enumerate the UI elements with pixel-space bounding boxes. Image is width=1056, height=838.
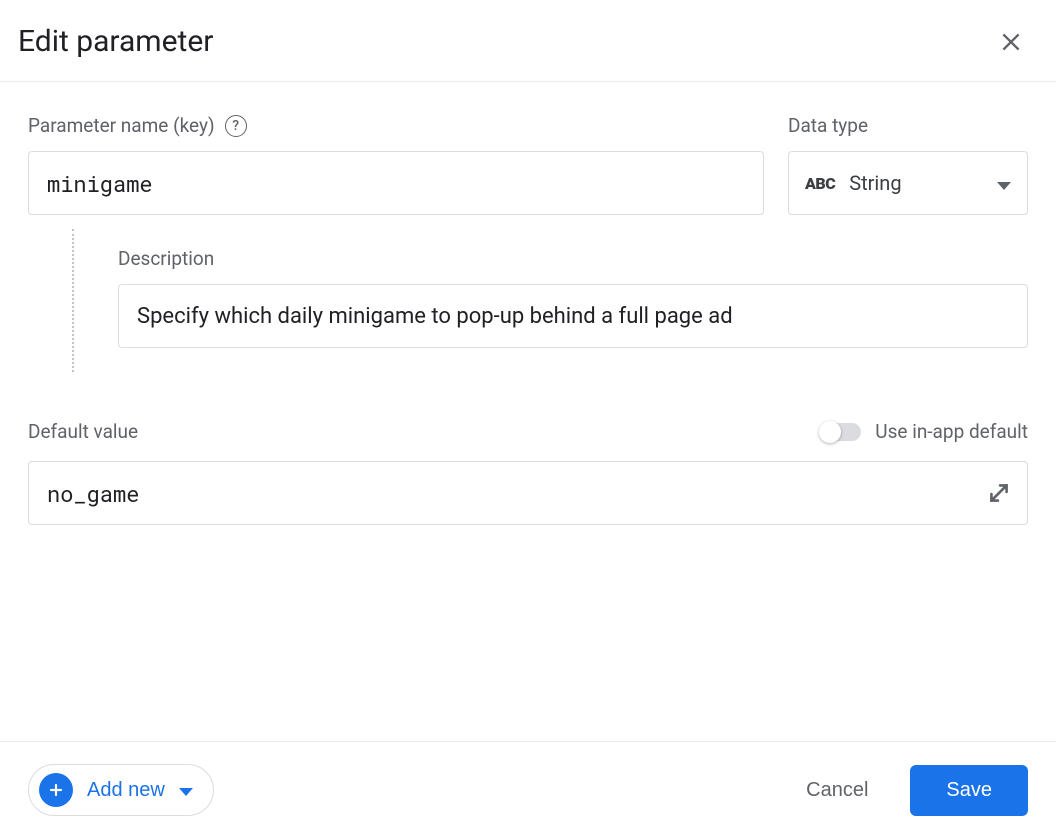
close-button[interactable]	[994, 25, 1028, 59]
default-value-label: Default value	[28, 420, 138, 443]
parameter-name-input[interactable]	[28, 151, 764, 215]
description-content: Description	[118, 229, 1028, 348]
toggle-knob	[819, 421, 841, 443]
dialog-body: Parameter name (key) ? Data type ABC Str…	[0, 82, 1056, 741]
data-type-label: Data type	[788, 114, 1028, 137]
data-type-select[interactable]: ABC String	[788, 151, 1028, 215]
dialog-header: Edit parameter	[0, 0, 1056, 82]
close-icon	[998, 29, 1024, 55]
dialog-footer: Add new Cancel Save	[0, 741, 1056, 838]
chevron-down-icon	[997, 171, 1011, 195]
default-value-section: Default value Use in-app default	[28, 420, 1028, 525]
footer-right: Cancel Save	[792, 765, 1028, 816]
dropdown-triangle-icon	[179, 779, 193, 802]
description-input[interactable]	[118, 284, 1028, 348]
description-label: Description	[118, 247, 1028, 270]
add-new-button[interactable]: Add new	[28, 764, 214, 816]
data-type-value: String	[849, 171, 983, 195]
parameter-name-label: Parameter name (key) ?	[28, 114, 764, 137]
top-row: Parameter name (key) ? Data type ABC Str…	[28, 114, 1028, 215]
save-button[interactable]: Save	[910, 765, 1028, 816]
string-type-icon: ABC	[805, 174, 835, 193]
parameter-name-group: Parameter name (key) ?	[28, 114, 764, 215]
data-type-group: Data type ABC String	[788, 114, 1028, 215]
tree-connector	[28, 229, 118, 348]
use-in-app-default-toggle[interactable]	[821, 423, 861, 441]
dialog-title: Edit parameter	[18, 24, 213, 59]
edit-parameter-dialog: Edit parameter Parameter name (key) ? Da…	[0, 0, 1056, 838]
parameter-name-label-text: Parameter name (key)	[28, 114, 215, 137]
expand-icon[interactable]	[986, 480, 1012, 506]
default-value-header: Default value Use in-app default	[28, 420, 1028, 443]
description-section: Description	[28, 229, 1028, 348]
help-icon[interactable]: ?	[225, 115, 247, 137]
add-new-label: Add new	[87, 779, 165, 802]
default-value-input-wrapper	[28, 461, 1028, 525]
toggle-label: Use in-app default	[875, 420, 1028, 443]
cancel-button[interactable]: Cancel	[792, 769, 882, 812]
default-value-input[interactable]	[28, 461, 1028, 525]
use-in-app-default-group: Use in-app default	[821, 420, 1028, 443]
plus-icon	[39, 773, 73, 807]
